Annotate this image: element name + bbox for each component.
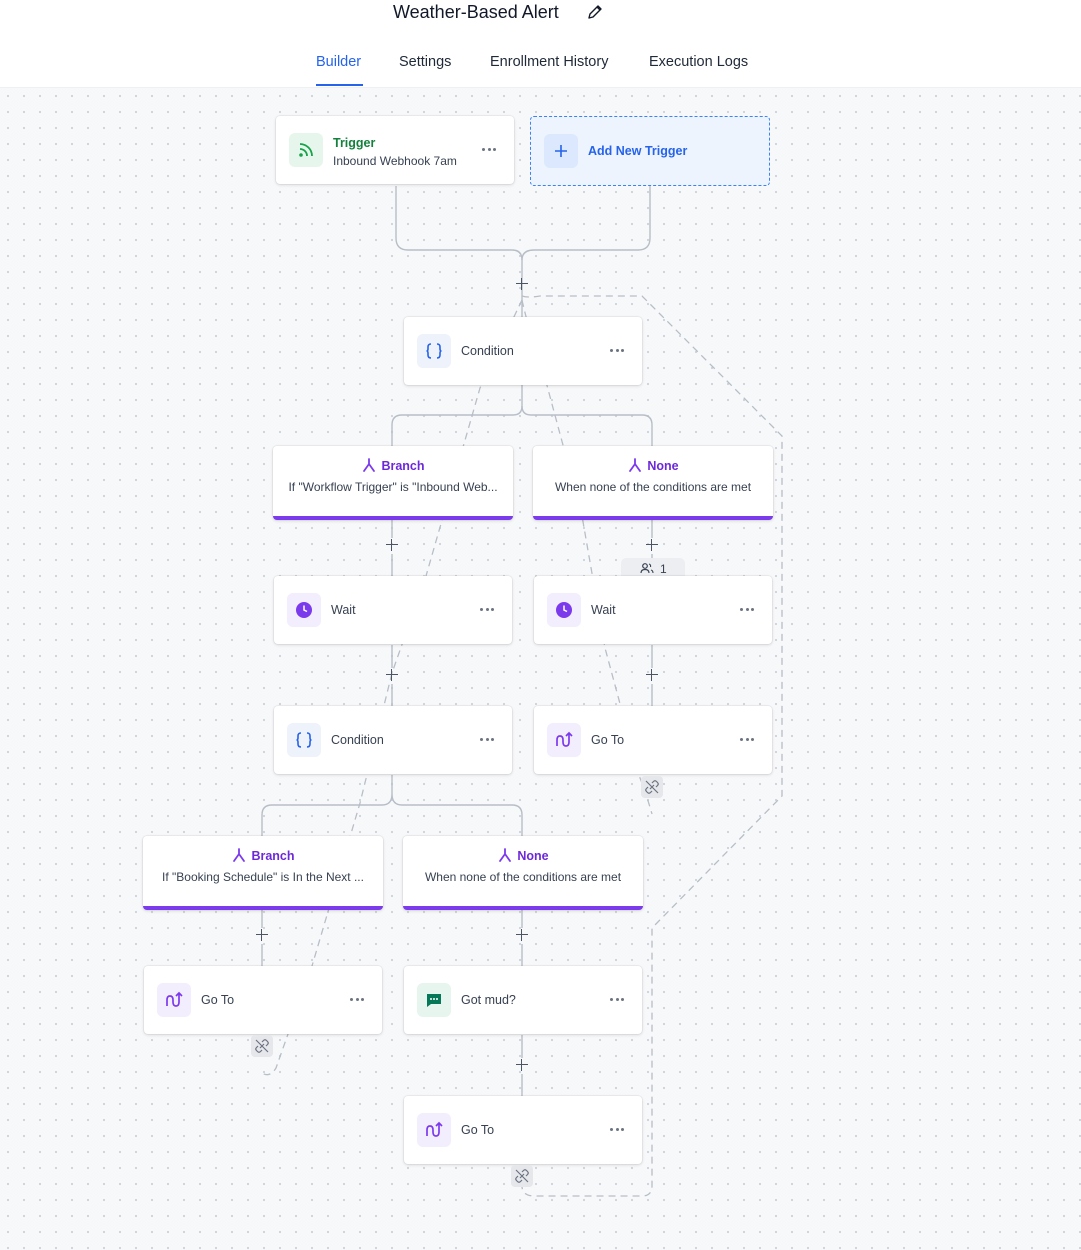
unlink-button[interactable] (251, 1035, 273, 1057)
more-options-icon[interactable] (736, 600, 758, 618)
add-step-button[interactable] (255, 928, 269, 942)
none-branch-node[interactable]: None When none of the conditions are met (533, 446, 773, 520)
branch-description: If "Booking Schedule" is In the Next ... (162, 870, 364, 884)
trigger-title: Trigger (333, 136, 376, 150)
trigger-card[interactable]: Trigger Inbound Webhook 7am (276, 116, 514, 184)
clock-icon (287, 593, 321, 627)
wait-node[interactable]: Wait (534, 576, 772, 644)
wait-node[interactable]: Wait (274, 576, 512, 644)
rss-icon (289, 133, 323, 167)
node-label: Wait (591, 603, 616, 617)
branch-description: When none of the conditions are met (424, 870, 622, 884)
add-step-button[interactable] (385, 668, 399, 682)
add-step-button[interactable] (645, 668, 659, 682)
more-options-icon[interactable] (478, 140, 500, 158)
more-options-icon[interactable] (476, 730, 498, 748)
add-new-trigger-button[interactable]: Add New Trigger (530, 116, 770, 186)
add-step-button[interactable] (385, 538, 399, 552)
users-icon (640, 563, 654, 574)
node-label: Go To (201, 993, 235, 1007)
more-options-icon[interactable] (606, 341, 628, 359)
more-options-icon[interactable] (606, 1120, 628, 1138)
plus-icon (544, 134, 578, 168)
goto-icon (417, 1113, 451, 1147)
enrollment-count: 1 (660, 562, 667, 576)
connector-line (521, 186, 651, 261)
unlink-button[interactable] (641, 776, 663, 798)
message-icon (417, 983, 451, 1017)
add-step-button[interactable] (515, 928, 529, 942)
branch-description: When none of the conditions are met (554, 480, 752, 494)
branch-icon (233, 848, 246, 862)
condition-node[interactable]: Condition (274, 706, 512, 774)
node-label: Go To (461, 1123, 495, 1137)
trigger-subtitle: Inbound Webhook 7am (333, 154, 457, 168)
branch-title: Branch (381, 459, 425, 473)
branch-node[interactable]: Branch If "Workflow Trigger" is "Inbound… (273, 446, 513, 520)
connector-line (391, 385, 523, 446)
condition-node[interactable]: Condition (404, 317, 642, 385)
broken-link-icon (255, 1039, 269, 1053)
tab-builder[interactable]: Builder (316, 54, 361, 70)
enrollment-count-badge[interactable]: 1 (621, 558, 685, 578)
add-new-trigger-label: Add New Trigger (588, 144, 688, 158)
more-options-icon[interactable] (736, 730, 758, 748)
tab-bar: Builder Settings Enrollment History Exec… (0, 40, 1081, 88)
edit-title-button[interactable] (586, 3, 606, 23)
add-step-button[interactable] (645, 538, 659, 552)
goto-node[interactable]: Go To (404, 1096, 642, 1164)
add-step-button[interactable] (515, 1058, 529, 1072)
workflow-canvas[interactable]: Trigger Inbound Webhook 7am Add New Trig… (0, 88, 1081, 1250)
add-step-button[interactable] (515, 277, 529, 291)
more-options-icon[interactable] (346, 990, 368, 1008)
broken-link-icon (645, 780, 659, 794)
connector-line (521, 405, 653, 446)
node-label: Go To (591, 733, 625, 747)
node-label: Wait (331, 603, 356, 617)
goto-icon (547, 723, 581, 757)
unlink-button[interactable] (511, 1165, 533, 1187)
branch-node[interactable]: Branch If "Booking Schedule" is In the N… (143, 836, 383, 910)
tab-enrollment-history[interactable]: Enrollment History (490, 54, 608, 70)
node-label: Got mud? (461, 993, 516, 1007)
none-branch-node[interactable]: None When none of the conditions are met (403, 836, 643, 910)
message-node[interactable]: Got mud? (404, 966, 642, 1034)
page-header: Weather-Based Alert (0, 0, 1081, 41)
connector-lines (261, 186, 783, 1197)
node-label: Condition (331, 733, 384, 747)
workflow-title: Weather-Based Alert (393, 2, 559, 22)
branch-icon (499, 848, 512, 862)
more-options-icon[interactable] (606, 990, 628, 1008)
goto-node[interactable]: Go To (534, 706, 772, 774)
pencil-icon (588, 5, 602, 19)
branch-title: None (517, 849, 549, 863)
braces-icon (417, 334, 451, 368)
more-options-icon[interactable] (476, 600, 498, 618)
goto-node[interactable]: Go To (144, 966, 382, 1034)
node-label: Condition (461, 344, 514, 358)
branch-title: Branch (251, 849, 295, 863)
branch-icon (629, 458, 642, 472)
braces-icon (287, 723, 321, 757)
tab-settings[interactable]: Settings (399, 54, 451, 70)
connector-line (395, 186, 523, 317)
broken-link-icon (515, 1169, 529, 1183)
branch-icon (363, 458, 376, 472)
goto-icon (157, 983, 191, 1017)
branch-description: If "Workflow Trigger" is "Inbound Web... (288, 480, 498, 494)
clock-icon (547, 593, 581, 627)
branch-title: None (647, 459, 679, 473)
active-tab-indicator (316, 84, 363, 86)
tab-execution-logs[interactable]: Execution Logs (649, 54, 748, 70)
